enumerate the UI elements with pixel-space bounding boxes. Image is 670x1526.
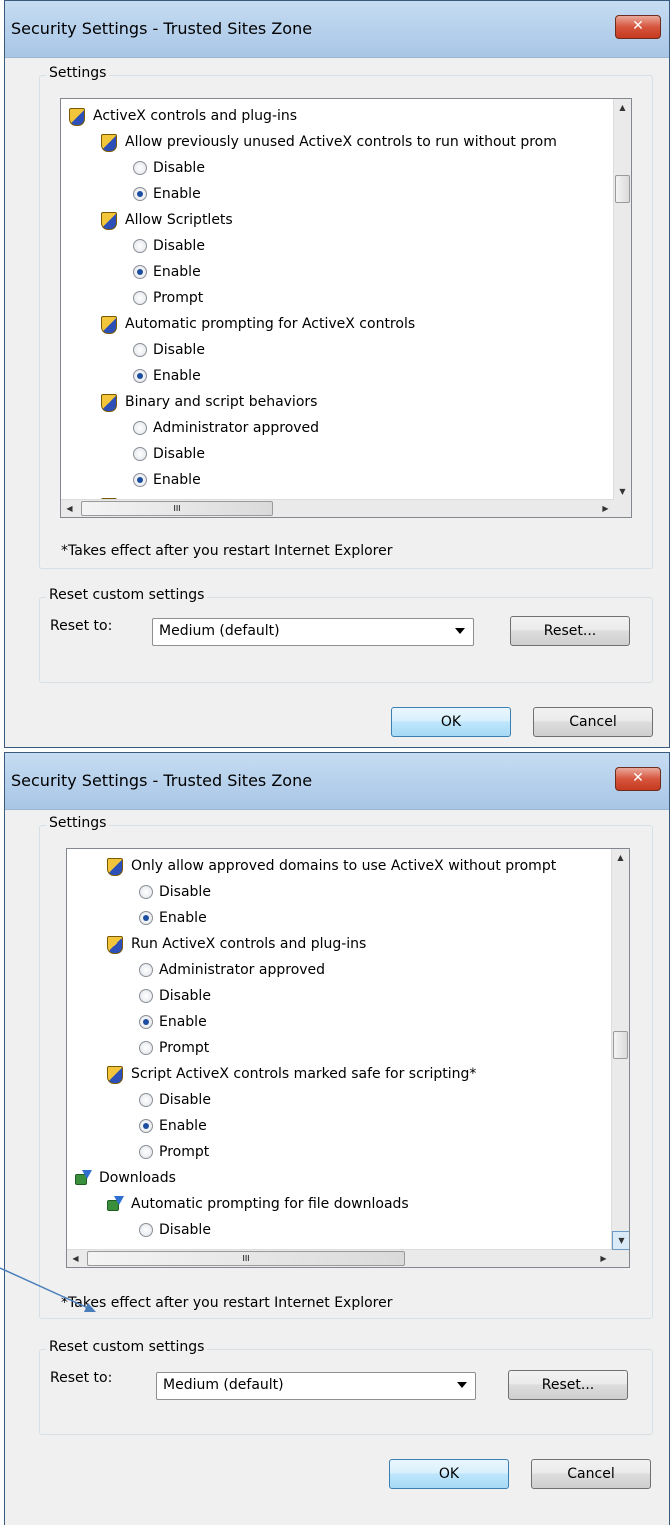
annotation-arrow-icon <box>0 1267 96 1312</box>
